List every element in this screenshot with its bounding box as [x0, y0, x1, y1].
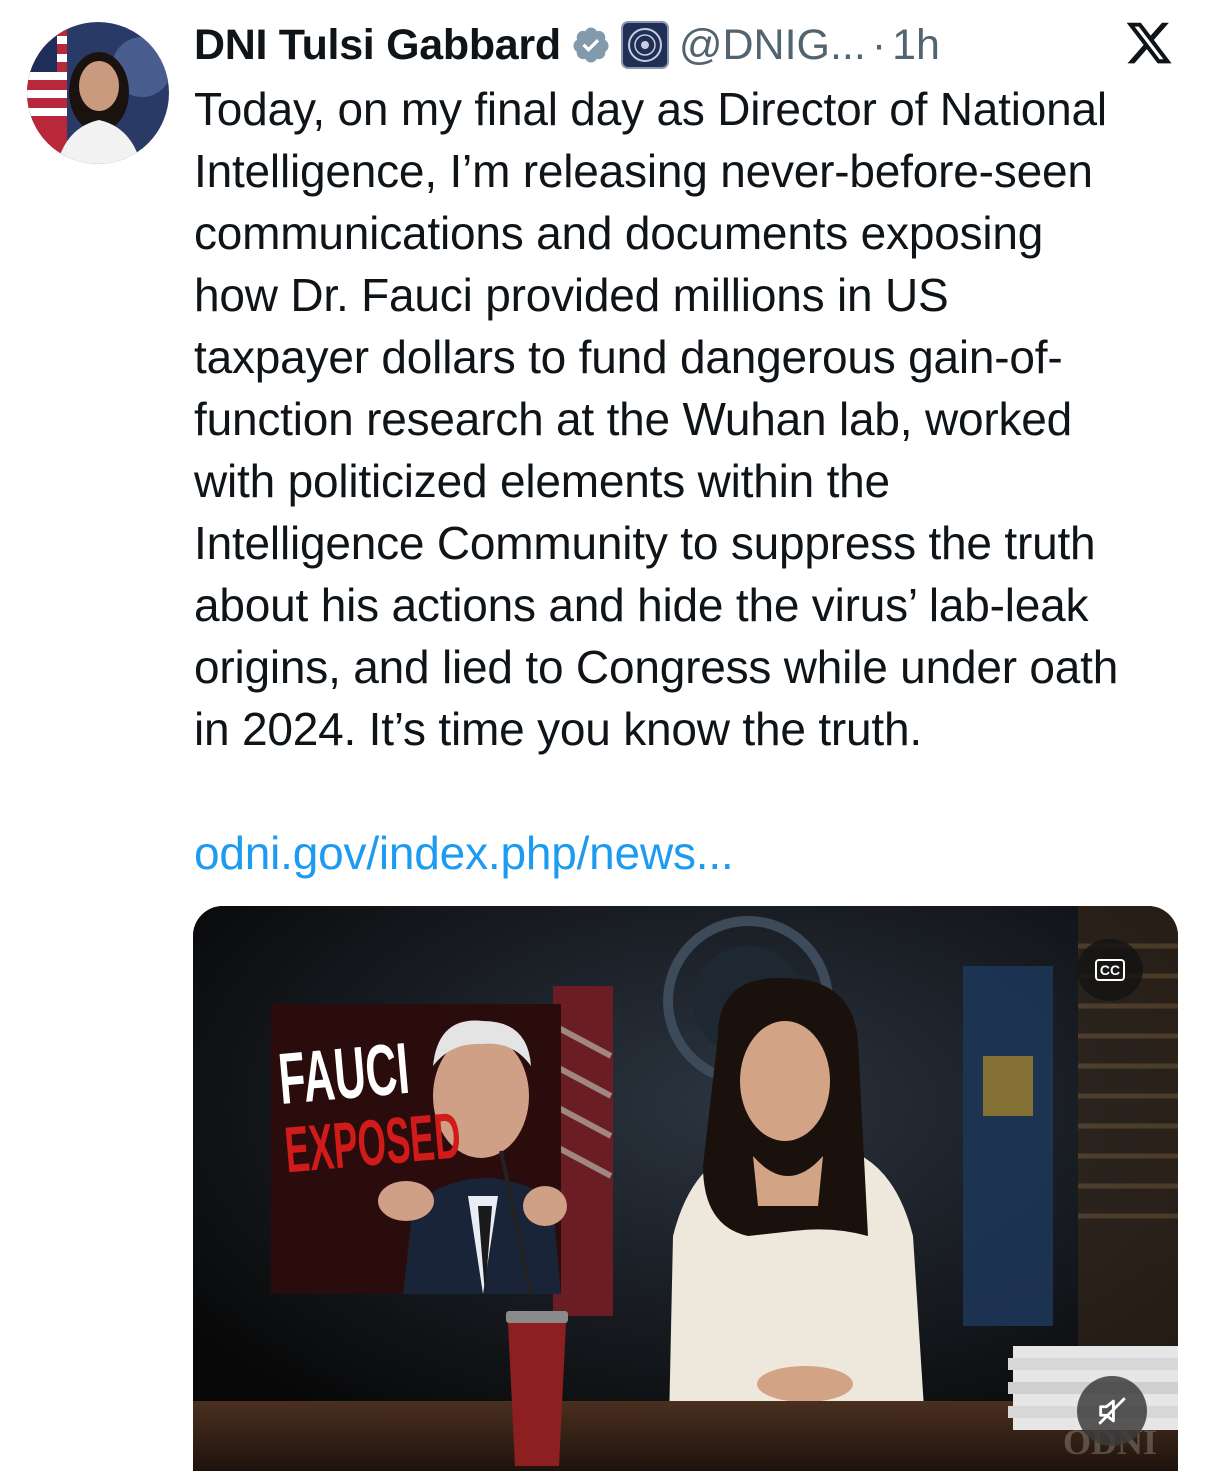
inset-title-line2: EXPOSED — [282, 1099, 464, 1187]
tweet-line: with politicized elements within the — [194, 455, 890, 507]
mute-toggle-button[interactable] — [1077, 1376, 1147, 1446]
avatar-image — [27, 22, 169, 164]
user-handle[interactable]: @DNIG... — [679, 21, 866, 70]
tweet-line: communications and documents exposing — [194, 207, 1044, 259]
verified-badge-icon[interactable] — [571, 25, 611, 65]
tweet-line: Intelligence, I’m releasing never-before… — [194, 145, 1093, 197]
tweet-line: function research at the Wuhan lab, work… — [194, 393, 1073, 445]
profile-avatar[interactable] — [27, 22, 169, 164]
tweet-line: Intelligence Community to suppress the t… — [194, 517, 1096, 569]
tweet-line: in 2024. It’s time you know the truth. — [194, 703, 922, 755]
tweet-line: about his actions and hide the virus’ la… — [194, 579, 1089, 631]
tweet-line: taxpayer dollars to fund dangerous gain-… — [194, 331, 1063, 383]
closed-captions-icon: CC — [1094, 959, 1126, 981]
display-name[interactable]: DNI Tulsi Gabbard — [194, 21, 561, 70]
tweet-line: Today, on my final day as Director of Na… — [194, 83, 1107, 135]
tweet-line: origins, and lied to Congress while unde… — [194, 641, 1119, 693]
tweet-header: DNI Tulsi Gabbard @DNIG... · 1h — [194, 14, 940, 76]
video-player[interactable]: FAUCI EXPOSED ODNI CC — [193, 906, 1178, 1471]
agency-seal-icon[interactable] — [620, 21, 669, 69]
tweet-line: how Dr. Fauci provided millions in US — [194, 269, 949, 321]
closed-captions-button[interactable]: CC — [1077, 939, 1143, 1001]
x-logo-icon[interactable] — [1124, 18, 1174, 68]
timestamp[interactable]: 1h — [892, 21, 940, 70]
tweet-link[interactable]: odni.gov/index.php/news... — [194, 822, 734, 884]
separator-dot: · — [871, 20, 887, 69]
tweet-body: Today, on my final day as Director of Na… — [194, 78, 1184, 760]
muted-speaker-icon — [1098, 1397, 1126, 1425]
video-frame: FAUCI EXPOSED ODNI — [193, 906, 1178, 1471]
